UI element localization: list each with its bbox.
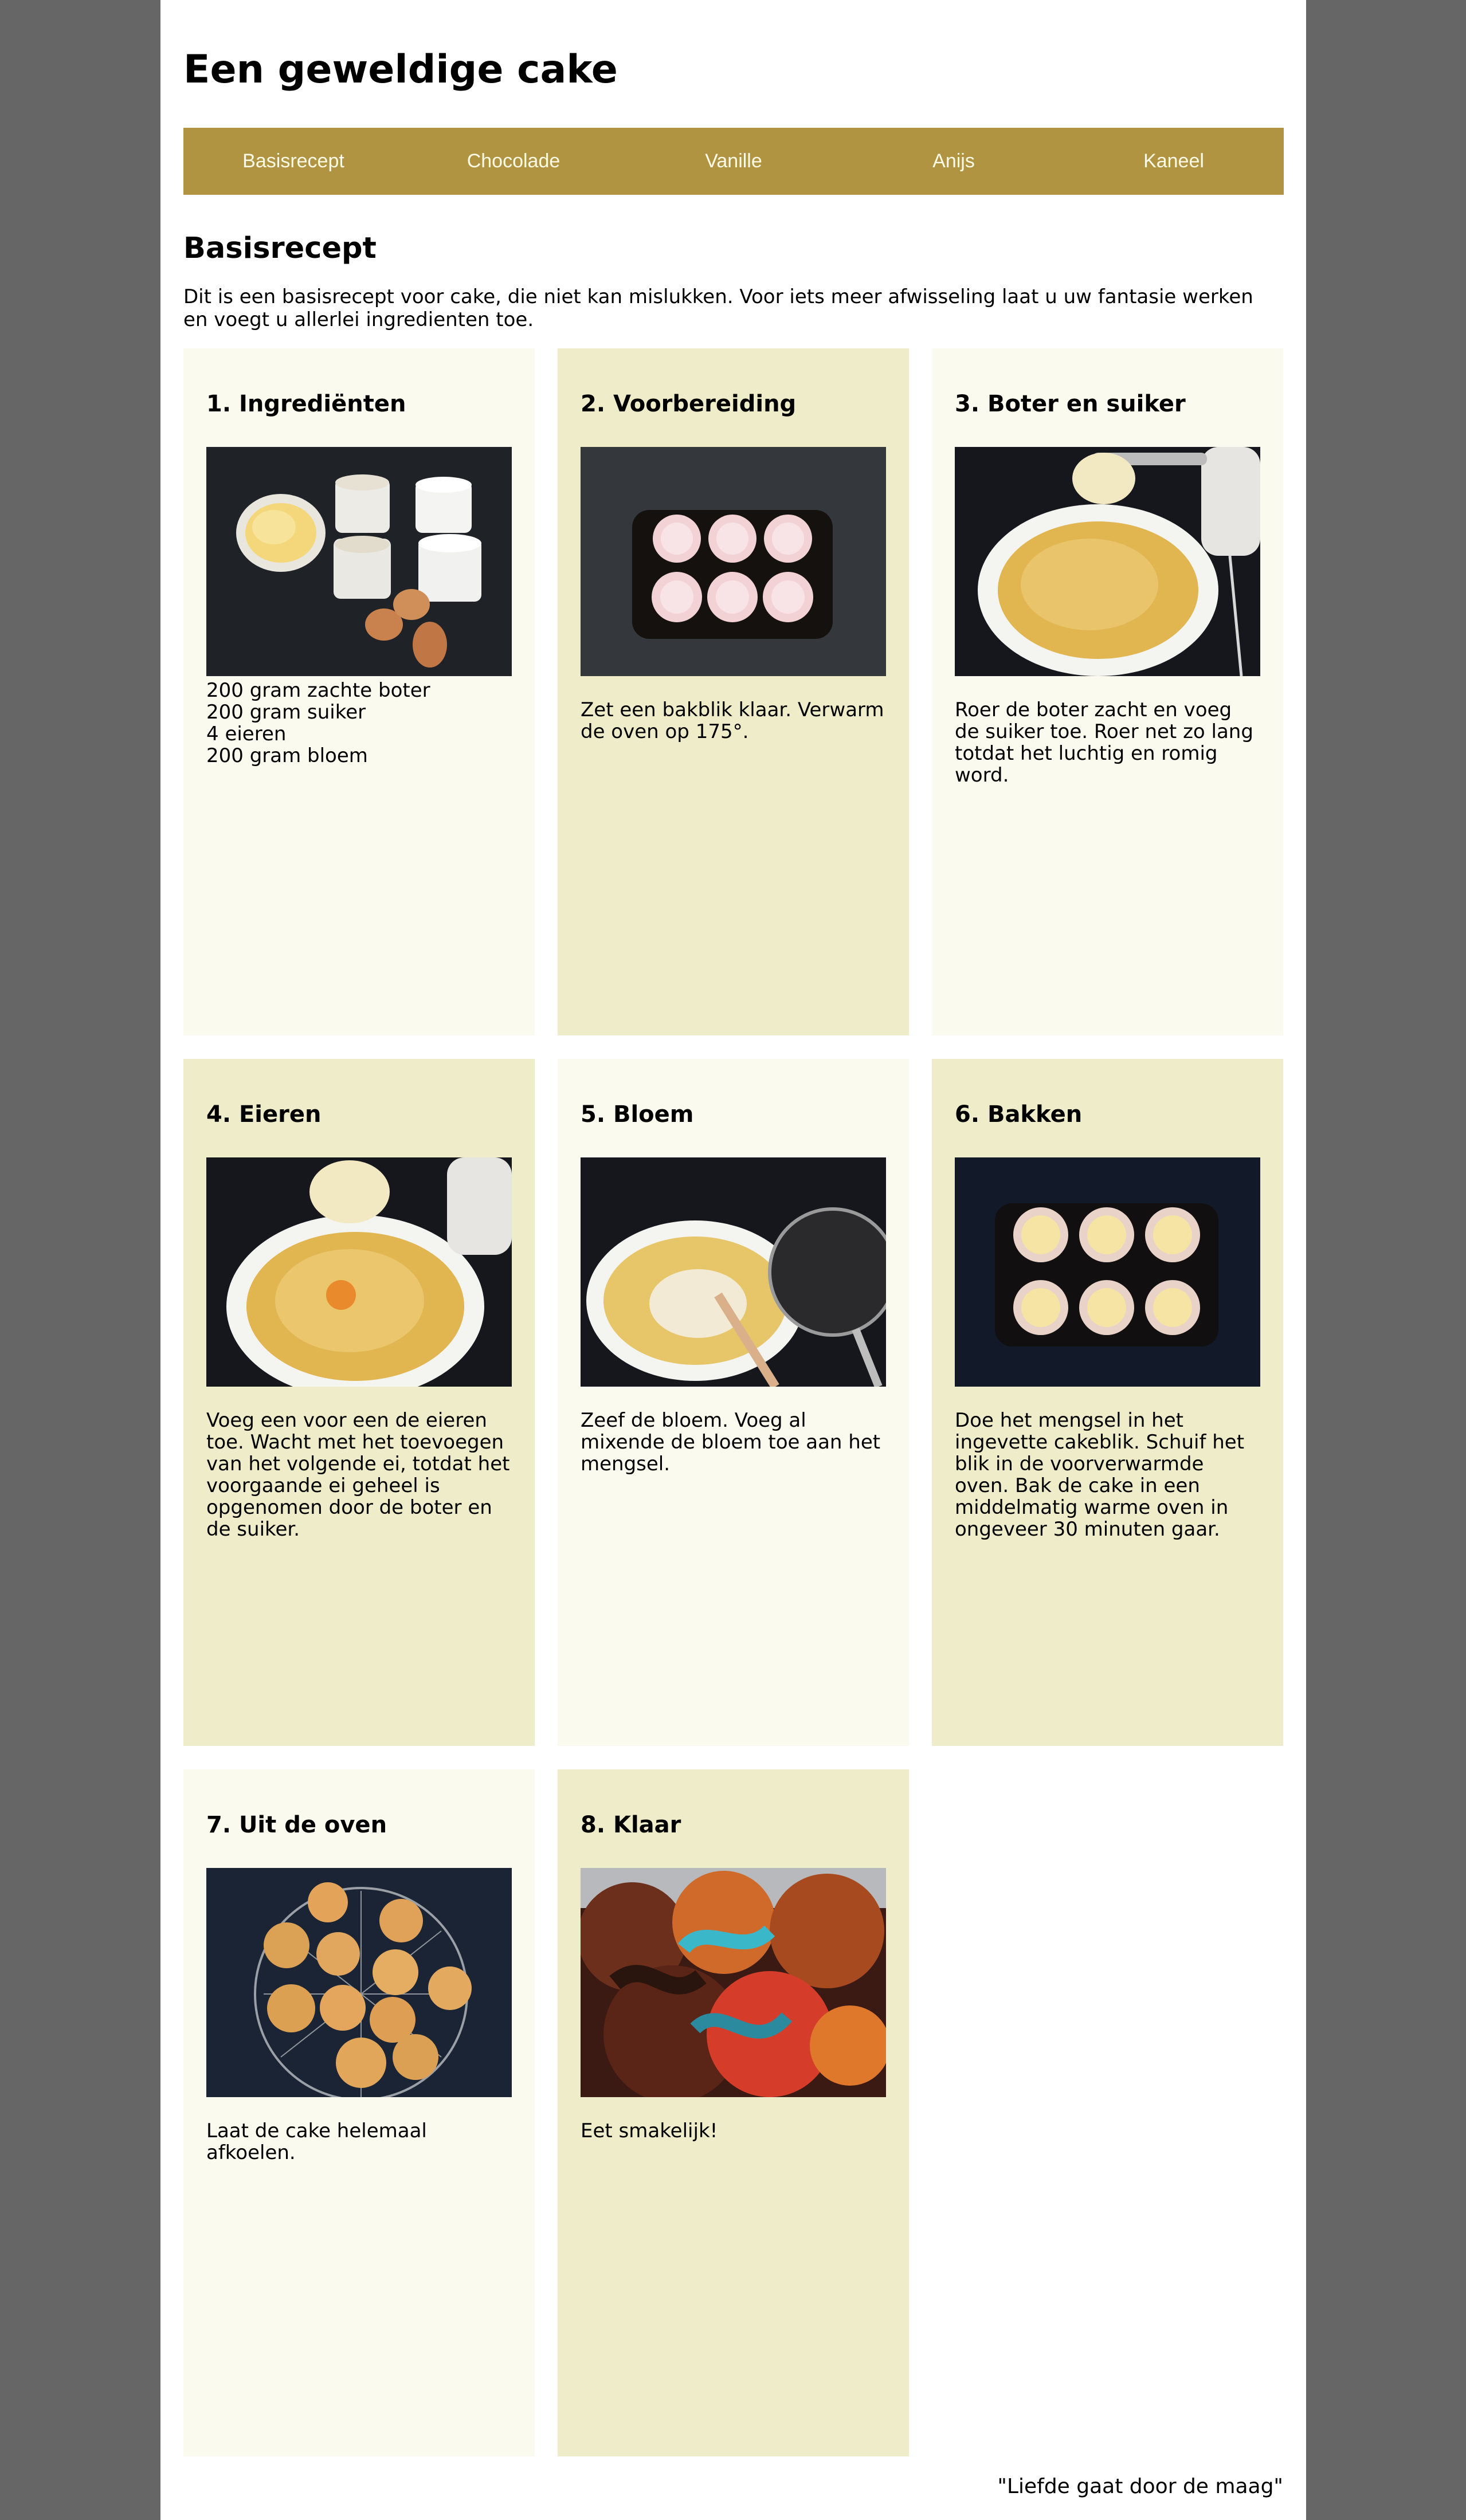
step-title: 2. Voorbereiding (581, 391, 797, 417)
ingredient-item: 200 gram zachte boter (206, 679, 430, 702)
baking-tin-photo (581, 447, 886, 676)
step-card-done: 8. Klaar Eet smakelijk! (558, 1769, 909, 2456)
recipe-steps-grid: 1. Ingrediënten 200 gram zachte boter 20… (183, 348, 1284, 2456)
cooling-rack-photo (206, 1868, 512, 2097)
step-title: 3. Boter en suiker (955, 391, 1186, 417)
section-intro: Dit is een basisrecept voor cake, die ni… (183, 285, 1253, 331)
step-title: 8. Klaar (581, 1812, 681, 1838)
step-title: 6. Bakken (955, 1101, 1083, 1128)
step-title: 4. Eieren (206, 1101, 322, 1128)
step-card-baking: 6. Bakken Doe het mengsel in het ingevet… (932, 1059, 1283, 1746)
ingredient-item: 4 eieren (206, 723, 287, 745)
step-description: Zeef de bloem. Voeg al mixende de bloem … (581, 1409, 881, 1475)
step-card-eggs: 4. Eieren Voeg een voor een de eieren to… (183, 1059, 535, 1746)
step-description: Zet een bakblik klaar. Verwarm de oven o… (581, 698, 884, 743)
main-navigation: Basisrecept Chocolade Vanille Anijs Kane… (183, 128, 1284, 195)
filled-tin-photo (955, 1157, 1260, 1387)
step-card-ingredients: 1. Ingrediënten 200 gram zachte boter 20… (183, 348, 535, 1035)
ingredients-list: 200 gram zachte boter 200 gram suiker 4 … (206, 680, 512, 767)
flour-sieve-photo (581, 1157, 886, 1387)
step-title: 1. Ingrediënten (206, 391, 406, 417)
nav-item-chocolade[interactable]: Chocolade (403, 128, 624, 195)
step-card-preparation: 2. Voorbereiding Zet een bakblik klaar. … (558, 348, 909, 1035)
site-title: Een geweldige cake (183, 47, 618, 92)
nav-item-basisrecept[interactable]: Basisrecept (183, 128, 403, 195)
section-title: Basisrecept (183, 231, 377, 265)
step-description: Voeg een voor een de eieren toe. Wacht m… (206, 1409, 510, 1541)
step-title: 7. Uit de oven (206, 1812, 387, 1838)
nav-item-vanille[interactable]: Vanille (624, 128, 844, 195)
egg-mixing-photo (206, 1157, 512, 1387)
ingredients-photo (206, 447, 512, 676)
butter-sugar-mixing-photo (955, 447, 1260, 676)
ingredient-item: 200 gram suiker (206, 701, 366, 724)
step-card-butter-sugar: 3. Boter en suiker Roer de boter zacht e… (932, 348, 1283, 1035)
step-card-flour: 5. Bloem Zeef de bloem. Voeg al mixende … (558, 1059, 909, 1746)
decorated-cupcakes-photo (581, 1868, 886, 2097)
ingredient-item: 200 gram bloem (206, 744, 368, 767)
page-container: Een geweldige cake Basisrecept Chocolade… (160, 0, 1306, 2520)
nav-item-kaneel[interactable]: Kaneel (1064, 128, 1284, 195)
step-description: Laat de cake helemaal afkoelen. (206, 2119, 427, 2164)
step-card-out-of-oven: 7. Uit de oven Laat de cake helemaal afk… (183, 1769, 535, 2456)
step-description: Doe het mengsel in het ingevette cakebli… (955, 1409, 1245, 1541)
step-description: Roer de boter zacht en voeg de suiker to… (955, 698, 1253, 787)
footer-quote: "Liefde gaat door de maag" (997, 2475, 1283, 2498)
step-description: Eet smakelijk! (581, 2119, 718, 2142)
nav-item-anijs[interactable]: Anijs (844, 128, 1064, 195)
step-title: 5. Bloem (581, 1101, 694, 1128)
